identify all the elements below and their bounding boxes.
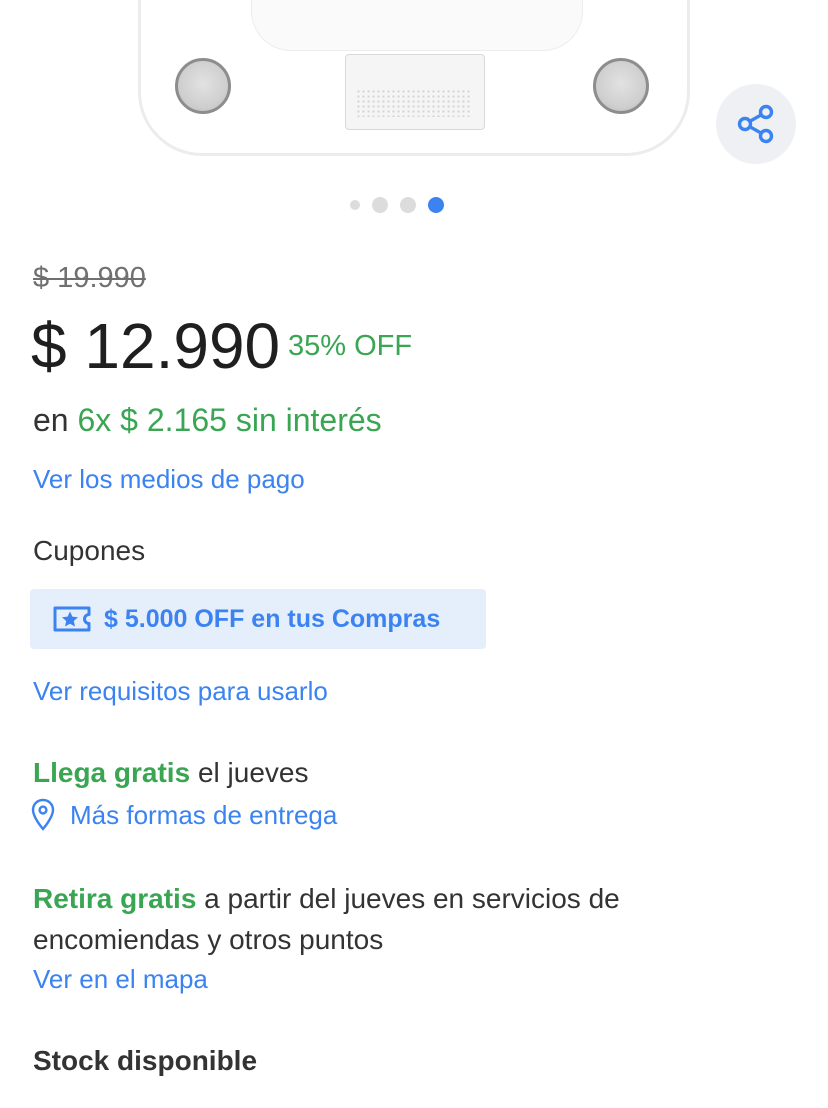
scale-body — [138, 0, 690, 156]
payment-methods-link[interactable]: Ver los medios de pago — [33, 464, 305, 495]
pagination-dot-1[interactable] — [350, 200, 360, 210]
pagination-dot-3[interactable] — [400, 197, 416, 213]
coupons-title: Cupones — [33, 535, 146, 566]
delivery-options-label: Más formas de entrega — [70, 799, 338, 830]
discount-badge: 35% OFF — [288, 330, 413, 362]
pickup-info: Retira gratis a partir del jueves en ser… — [33, 878, 753, 960]
pagination-dot-4[interactable] — [428, 197, 444, 213]
installments-plan: 6x $ 2.165 sin interés — [77, 402, 382, 438]
share-icon — [737, 104, 774, 144]
coupon-label: $ 5.000 OFF en tus Compras — [104, 604, 441, 633]
stock-status: Stock disponible — [33, 1045, 258, 1076]
delivery-day: el jueves — [190, 757, 309, 788]
current-price: $ 12.990 — [31, 310, 281, 382]
pickup-highlight: Retira gratis — [33, 883, 197, 914]
original-price: $ 19.990 — [33, 262, 146, 294]
pagination-dot-2[interactable] — [372, 197, 388, 213]
ticket-star-icon — [53, 606, 91, 632]
coupon-requirements-link[interactable]: Ver requisitos para usarlo — [33, 676, 328, 707]
scale-top-surface — [251, 0, 583, 51]
scale-foot-left — [175, 58, 231, 114]
scale-grille — [356, 89, 472, 117]
scale-foot-right — [593, 58, 649, 114]
gallery-pagination — [350, 196, 444, 214]
product-image[interactable] — [0, 0, 828, 180]
share-button[interactable] — [716, 84, 796, 164]
delivery-info: Llega gratis el jueves — [33, 757, 308, 789]
coupon-chip[interactable]: $ 5.000 OFF en tus Compras — [30, 589, 486, 649]
delivery-highlight: Llega gratis — [33, 757, 191, 788]
installments-info: en 6x $ 2.165 sin interés — [33, 402, 382, 439]
location-pin-icon — [31, 798, 55, 831]
scale-panel — [345, 54, 485, 130]
installments-prefix: en — [33, 402, 69, 438]
view-map-link[interactable]: Ver en el mapa — [33, 964, 208, 995]
delivery-options-link[interactable]: Más formas de entrega — [30, 798, 337, 832]
